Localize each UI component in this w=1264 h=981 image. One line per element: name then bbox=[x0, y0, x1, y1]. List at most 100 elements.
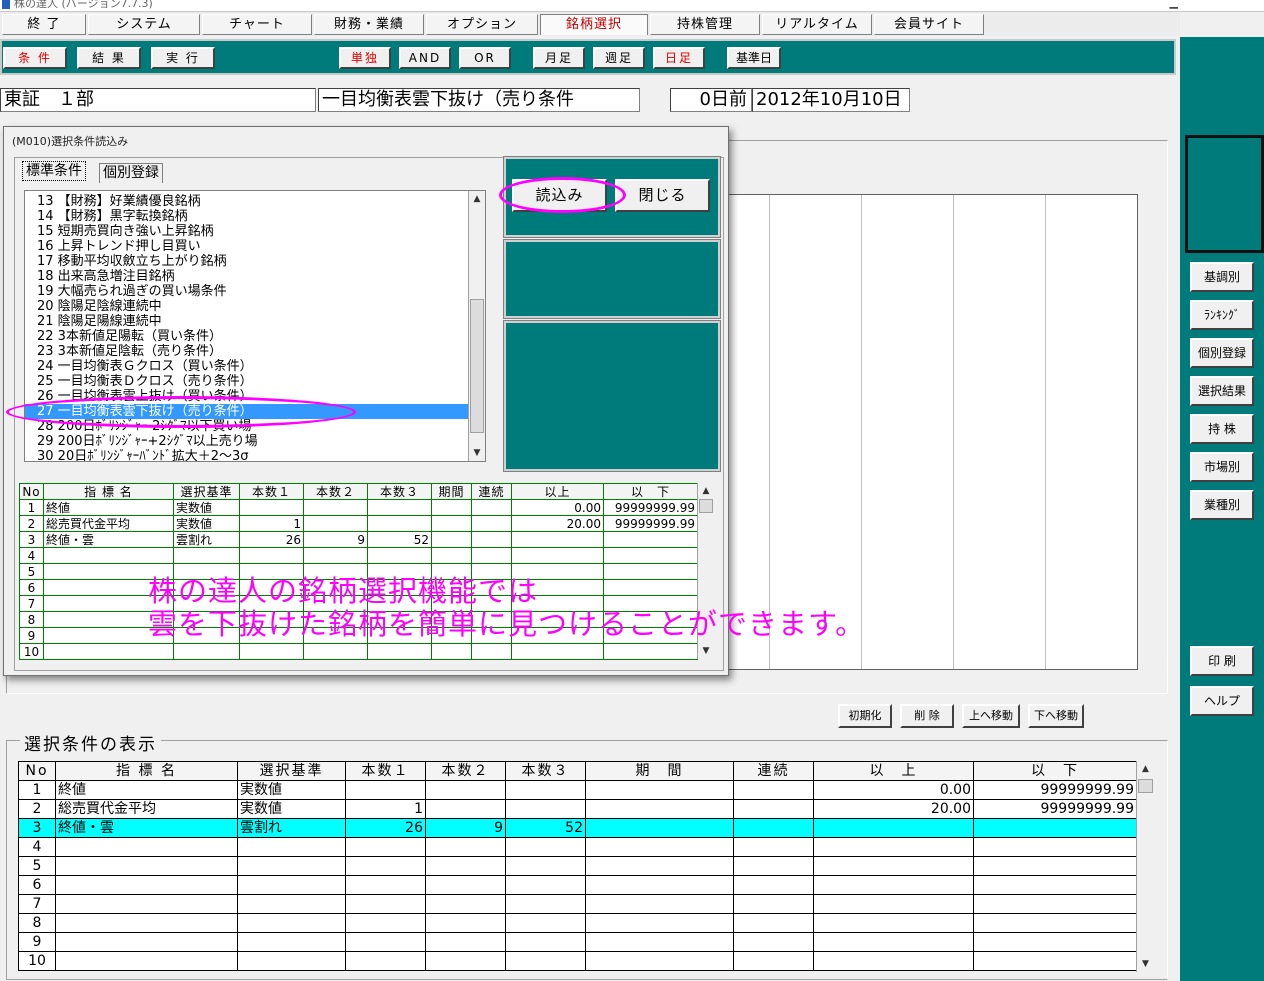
table-cell[interactable] bbox=[55, 894, 238, 914]
table-cell[interactable] bbox=[505, 894, 586, 914]
table-cell[interactable] bbox=[585, 780, 734, 800]
table-cell[interactable] bbox=[431, 531, 472, 548]
condition-list-item[interactable]: 17 移動平均収斂立ち上がり銘柄 bbox=[25, 254, 468, 269]
table-cell[interactable] bbox=[973, 932, 1137, 952]
table-cell[interactable] bbox=[813, 818, 974, 838]
table-cell[interactable]: 99999999.99 bbox=[603, 499, 698, 516]
condition-list-item[interactable]: 30 20日ﾎﾞﾘﾝｼﾞｬｰﾊﾞﾝﾄﾞ拡大＋2～3σ bbox=[25, 449, 468, 461]
table-cell[interactable]: 1 bbox=[19, 499, 44, 516]
table-cell[interactable]: 26 bbox=[345, 818, 426, 838]
table-cell[interactable] bbox=[733, 875, 814, 895]
table-cell[interactable] bbox=[303, 499, 368, 516]
table-cell[interactable] bbox=[733, 951, 814, 971]
table-cell[interactable]: 終値 bbox=[43, 499, 174, 516]
table-cell[interactable]: 3 bbox=[18, 818, 56, 838]
menu-exit[interactable]: 終 了 bbox=[2, 14, 86, 35]
help-button[interactable]: ヘルプ bbox=[1190, 686, 1254, 716]
condition-list-item[interactable]: 14 【財務】黒字転換銘柄 bbox=[25, 209, 468, 224]
table-cell[interactable] bbox=[733, 780, 814, 800]
table-cell[interactable]: 雲割れ bbox=[237, 818, 346, 838]
table-cell[interactable] bbox=[813, 913, 974, 933]
table-cell[interactable] bbox=[367, 643, 432, 660]
menu-holdings[interactable]: 持株管理 bbox=[650, 14, 760, 35]
table-cell[interactable] bbox=[585, 894, 734, 914]
table-cell[interactable] bbox=[813, 856, 974, 876]
table-cell[interactable] bbox=[813, 951, 974, 971]
table-cell[interactable] bbox=[471, 547, 512, 564]
table-cell[interactable] bbox=[471, 515, 512, 532]
table-cell[interactable] bbox=[303, 643, 368, 660]
table-cell[interactable] bbox=[471, 643, 512, 660]
table-cell[interactable] bbox=[813, 837, 974, 857]
table-cell[interactable] bbox=[733, 799, 814, 819]
table-cell[interactable] bbox=[585, 837, 734, 857]
weekly-button[interactable]: 週足 bbox=[593, 47, 645, 69]
table-cell[interactable] bbox=[425, 951, 506, 971]
table-cell[interactable] bbox=[425, 780, 506, 800]
table-cell[interactable]: 4 bbox=[18, 837, 56, 857]
menu-system[interactable]: システム bbox=[88, 14, 200, 35]
table-cell[interactable]: 8 bbox=[18, 913, 56, 933]
table-cell[interactable]: 実数値 bbox=[237, 780, 346, 800]
table-cell[interactable]: 10 bbox=[19, 643, 44, 660]
table-cell[interactable] bbox=[471, 531, 512, 548]
table-cell[interactable] bbox=[237, 951, 346, 971]
table-cell[interactable]: 終値・雲 bbox=[55, 818, 238, 838]
table-cell[interactable] bbox=[345, 856, 426, 876]
table-cell[interactable] bbox=[43, 643, 174, 660]
condition-list-item[interactable]: 15 短期売買向き強い上昇銘柄 bbox=[25, 224, 468, 239]
list-scrollbar[interactable]: ▲ ▼ bbox=[468, 191, 485, 461]
scroll-down-icon[interactable]: ▼ bbox=[1137, 956, 1154, 972]
table-cell[interactable] bbox=[425, 875, 506, 895]
table-cell[interactable] bbox=[511, 643, 604, 660]
table-cell[interactable]: 99999999.99 bbox=[973, 780, 1137, 800]
table-cell[interactable] bbox=[345, 837, 426, 857]
table-cell[interactable] bbox=[733, 837, 814, 857]
close-button[interactable]: 閉じる bbox=[615, 179, 710, 212]
table-row[interactable]: 1 終値 実数値 0.00 99999999.99 bbox=[19, 499, 698, 516]
table-cell[interactable] bbox=[345, 913, 426, 933]
table-cell[interactable] bbox=[425, 799, 506, 819]
table-cell[interactable] bbox=[55, 875, 238, 895]
table-row[interactable]: 1 終値 実数値 0.00 99999999.99 bbox=[18, 780, 1137, 800]
table-cell[interactable] bbox=[603, 531, 698, 548]
table-cell[interactable] bbox=[237, 913, 346, 933]
table-cell[interactable]: 8 bbox=[19, 611, 44, 628]
trend-button[interactable]: 基調別 bbox=[1190, 262, 1254, 292]
table-cell[interactable] bbox=[239, 499, 304, 516]
table-cell[interactable] bbox=[425, 894, 506, 914]
table-cell[interactable] bbox=[367, 499, 432, 516]
table-cell[interactable] bbox=[733, 932, 814, 952]
scroll-thumb[interactable] bbox=[1138, 779, 1153, 793]
menu-chart[interactable]: チャート bbox=[202, 14, 312, 35]
menu-realtime[interactable]: リアルタイム bbox=[762, 14, 872, 35]
selection-scrollbar[interactable]: ▲ ▼ bbox=[1136, 761, 1154, 972]
execute-button[interactable]: 実 行 bbox=[151, 47, 215, 69]
menu-member-site[interactable]: 会員サイト bbox=[874, 14, 984, 35]
table-cell[interactable]: 9 bbox=[19, 627, 44, 644]
table-cell[interactable] bbox=[733, 913, 814, 933]
table-cell[interactable] bbox=[585, 875, 734, 895]
individual-register-button[interactable]: 個別登録 bbox=[1190, 338, 1254, 368]
table-cell[interactable] bbox=[585, 799, 734, 819]
table-cell[interactable] bbox=[55, 951, 238, 971]
table-cell[interactable] bbox=[603, 643, 698, 660]
base-date-button[interactable]: 基準日 bbox=[727, 47, 781, 69]
table-cell[interactable] bbox=[237, 837, 346, 857]
table-cell[interactable] bbox=[973, 894, 1137, 914]
table-cell[interactable] bbox=[425, 837, 506, 857]
monthly-button[interactable]: 月足 bbox=[533, 47, 585, 69]
table-cell[interactable] bbox=[813, 894, 974, 914]
table-cell[interactable]: 9 bbox=[303, 531, 368, 548]
selection-result-button[interactable]: 選択結果 bbox=[1190, 376, 1254, 406]
table-cell[interactable] bbox=[585, 932, 734, 952]
condition-list-item[interactable]: 18 出来高急増注目銘柄 bbox=[25, 269, 468, 284]
table-cell[interactable]: 0.00 bbox=[813, 780, 974, 800]
table-cell[interactable] bbox=[425, 913, 506, 933]
scroll-down-icon[interactable]: ▼ bbox=[698, 643, 714, 659]
table-cell[interactable] bbox=[603, 547, 698, 564]
table-cell[interactable]: 20.00 bbox=[511, 515, 604, 532]
table-cell[interactable] bbox=[55, 932, 238, 952]
condition-list-item[interactable]: 21 陰陽足陽線連続中 bbox=[25, 314, 468, 329]
table-row[interactable]: 7 bbox=[18, 894, 1137, 914]
